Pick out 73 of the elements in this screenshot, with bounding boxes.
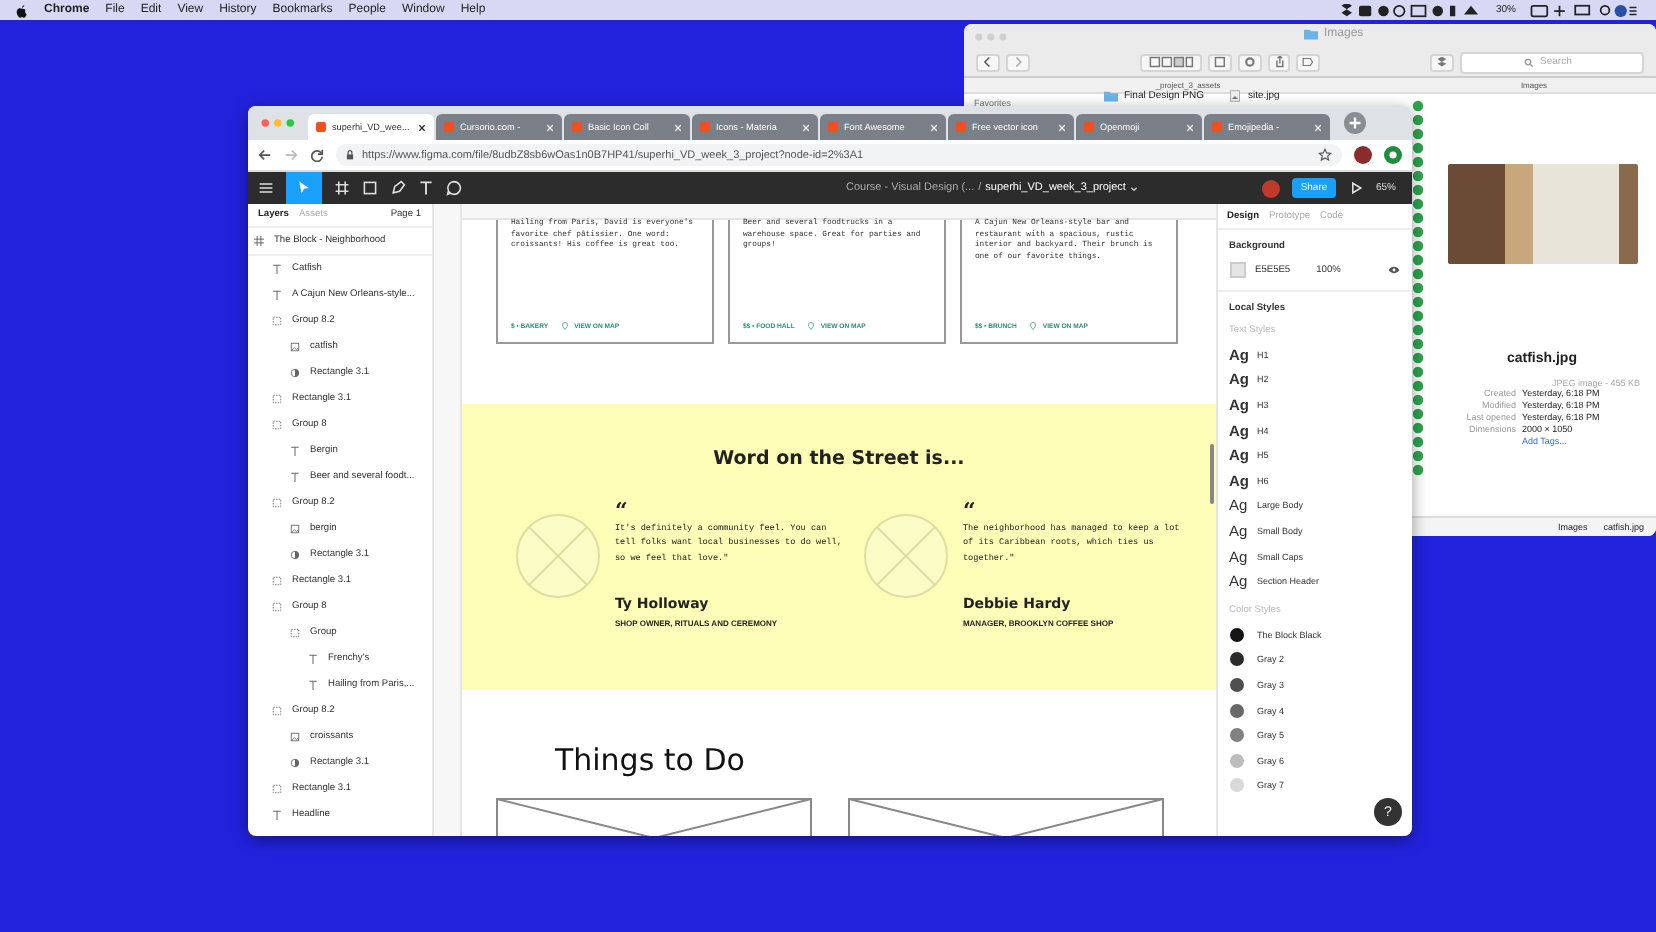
text-layer-icon bbox=[290, 472, 300, 482]
scrollbar[interactable] bbox=[1209, 444, 1213, 504]
tag-button[interactable] bbox=[1296, 53, 1321, 71]
mask-layer-icon bbox=[290, 368, 300, 378]
group-layer-icon bbox=[272, 316, 282, 326]
image-placeholder-icon bbox=[864, 514, 949, 598]
gear-icon bbox=[1243, 56, 1256, 68]
search-icon bbox=[1524, 57, 1535, 67]
move-tool-button[interactable] bbox=[286, 172, 322, 204]
group-layer-icon bbox=[272, 420, 282, 430]
group-layer-icon bbox=[272, 784, 282, 794]
view-mode-button[interactable] bbox=[1139, 53, 1202, 71]
text-layer-icon bbox=[272, 290, 282, 300]
reload-icon[interactable] bbox=[310, 148, 324, 162]
new-tab-button[interactable] bbox=[1344, 111, 1366, 133]
apple-logo-icon[interactable] bbox=[16, 3, 28, 17]
play-icon[interactable] bbox=[1347, 180, 1364, 196]
group-layer-icon bbox=[272, 394, 282, 404]
image-layer-icon bbox=[290, 732, 300, 742]
view-modes-icon bbox=[1145, 56, 1196, 68]
color-swatch[interactable] bbox=[1229, 262, 1245, 278]
back-button[interactable] bbox=[976, 53, 1000, 71]
image-layer-icon bbox=[290, 524, 300, 534]
group-layer-icon bbox=[290, 628, 300, 638]
group-layer-icon bbox=[272, 498, 282, 508]
chevron-left-icon bbox=[982, 56, 994, 68]
share-icon bbox=[1273, 56, 1285, 68]
cursor-icon bbox=[296, 180, 312, 196]
mask-layer-icon bbox=[290, 550, 300, 560]
menu-icon[interactable] bbox=[258, 180, 274, 196]
chevron-right-icon bbox=[1011, 56, 1024, 68]
text-tool-icon[interactable] bbox=[418, 180, 434, 196]
tag-icon bbox=[1302, 56, 1315, 68]
quote-mark: “ bbox=[962, 502, 978, 520]
text-layer-icon bbox=[272, 264, 282, 274]
comment-tool-icon[interactable] bbox=[446, 180, 462, 196]
pen-tool-icon[interactable] bbox=[390, 180, 406, 196]
folder-icon bbox=[1104, 90, 1118, 102]
arrange-button[interactable] bbox=[1207, 53, 1232, 71]
dropbox-button[interactable] bbox=[1430, 53, 1455, 71]
lock-icon bbox=[346, 150, 354, 160]
map-pin-icon bbox=[808, 322, 815, 330]
frame-icon bbox=[254, 236, 264, 246]
section-heading: Things to Do bbox=[554, 742, 747, 778]
eye-icon[interactable] bbox=[1388, 266, 1400, 274]
box-icon bbox=[1436, 56, 1449, 68]
map-pin-icon bbox=[562, 322, 569, 330]
user-avatar[interactable] bbox=[1261, 179, 1280, 197]
quote-mark: “ bbox=[614, 502, 628, 520]
action-button[interactable] bbox=[1237, 53, 1262, 71]
group-layer-icon bbox=[272, 576, 282, 586]
section-heading: Word on the Street is... bbox=[711, 446, 967, 470]
profile-avatar[interactable] bbox=[1354, 146, 1372, 164]
window-controls-icon[interactable] bbox=[260, 118, 298, 128]
shape-tool-icon[interactable] bbox=[362, 180, 378, 196]
extension-icon[interactable] bbox=[1384, 146, 1402, 164]
group-layer-icon bbox=[272, 602, 282, 612]
share-button[interactable] bbox=[1267, 53, 1291, 71]
frame-tool-icon[interactable] bbox=[334, 180, 350, 196]
text-layer-icon bbox=[308, 654, 318, 664]
image-layer-icon bbox=[290, 342, 300, 352]
image-placeholder-icon bbox=[516, 514, 601, 598]
back-icon[interactable] bbox=[258, 148, 272, 162]
mask-layer-icon bbox=[290, 758, 300, 768]
text-layer-icon bbox=[272, 810, 282, 820]
folder-icon bbox=[1304, 28, 1318, 40]
map-pin-icon bbox=[1030, 322, 1037, 330]
close-icon[interactable] bbox=[418, 123, 426, 131]
group-layer-icon bbox=[272, 706, 282, 716]
caret-icon[interactable] bbox=[1129, 185, 1138, 191]
text-layer-icon bbox=[290, 446, 300, 456]
text-layer-icon bbox=[308, 680, 318, 690]
star-icon[interactable] bbox=[1318, 148, 1332, 162]
